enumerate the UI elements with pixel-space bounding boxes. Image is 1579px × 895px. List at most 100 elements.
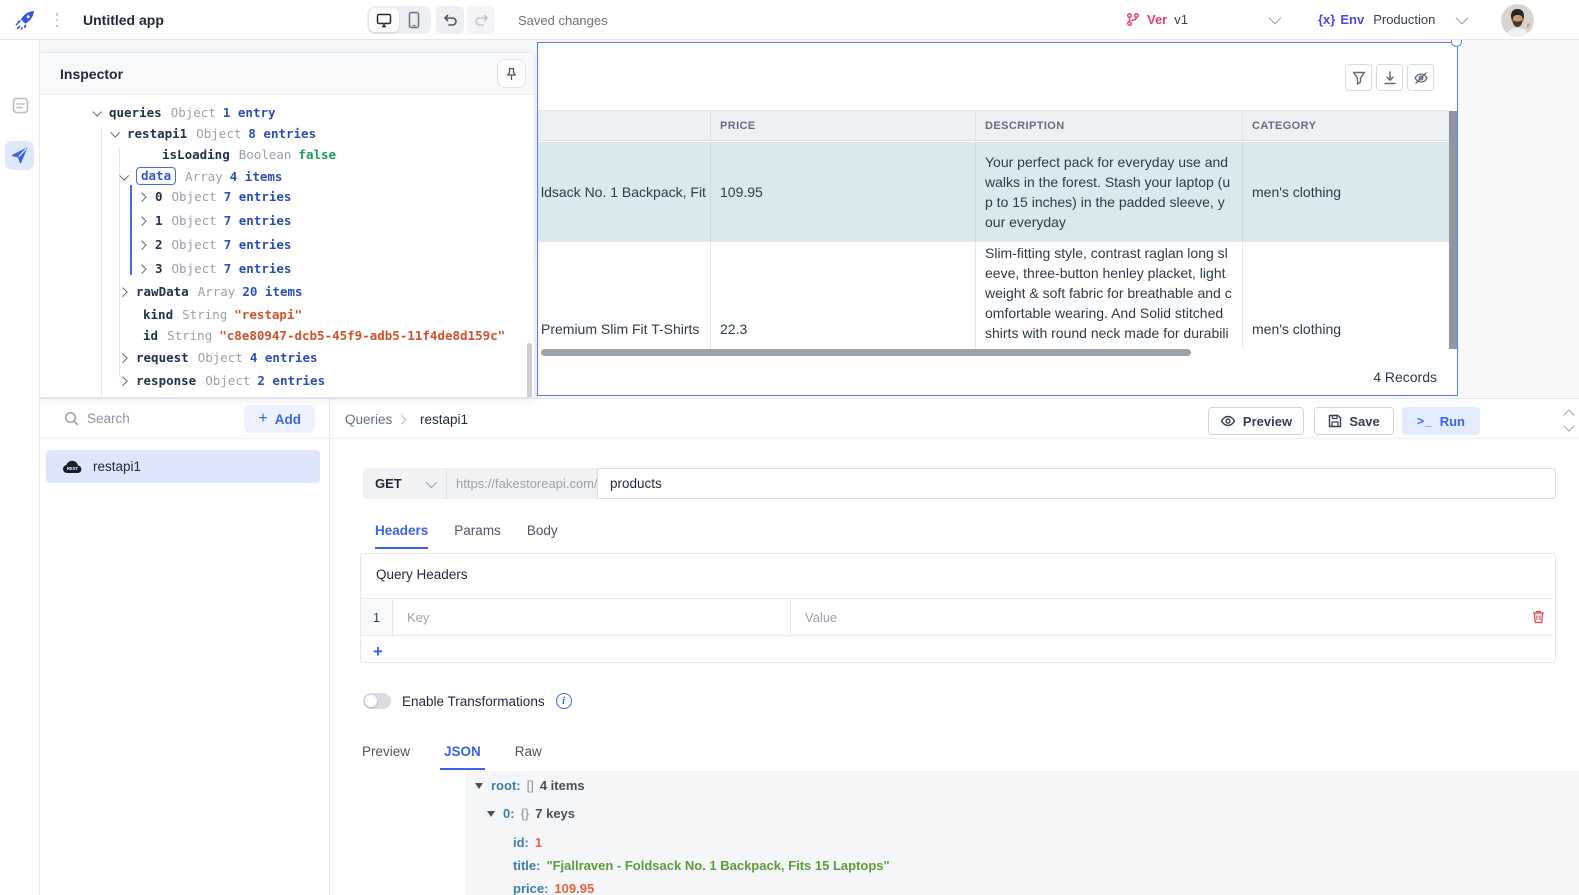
chevron-down-icon — [426, 476, 437, 487]
cell-category[interactable]: men's clothing — [1243, 242, 1450, 349]
tab-body[interactable]: Body — [527, 523, 558, 549]
filter-funnel-icon — [1352, 71, 1366, 85]
delete-row-button[interactable] — [1521, 599, 1555, 635]
environment-selector[interactable]: {x} Env Production — [1318, 12, 1435, 27]
query-name: restapi1 — [93, 459, 141, 474]
header-key-input[interactable] — [393, 599, 791, 635]
chevron-down-icon — [119, 170, 129, 180]
query-search-row: + Add — [40, 399, 330, 439]
header-value-input[interactable] — [791, 599, 1521, 635]
save-floppy-icon — [1328, 414, 1342, 428]
tab-params[interactable]: Params — [454, 523, 501, 549]
header-kv-row: 1 — [361, 598, 1555, 636]
chevron-right-icon — [118, 287, 128, 297]
left-rail — [0, 40, 40, 895]
triangle-down-icon — [487, 811, 495, 817]
tree-node-item-3[interactable]: 3 Object 7 entries — [139, 261, 291, 276]
hide-columns-button[interactable] — [1407, 64, 1434, 91]
undo-button[interactable] — [436, 6, 464, 34]
table-toolbar — [1345, 64, 1434, 91]
horizontal-scrollbar[interactable] — [541, 349, 1191, 356]
cell-title[interactable]: Premium Slim Fit T-Shirts — [538, 242, 711, 349]
desktop-toggle-button[interactable] — [369, 8, 399, 32]
version-label: Ver — [1147, 12, 1167, 27]
pin-icon — [505, 67, 518, 81]
env-chevron-down-icon[interactable] — [1456, 12, 1469, 25]
breadcrumb-row: Queries restapi1 Preview S — [330, 399, 1579, 439]
run-button[interactable]: >_ Run — [1402, 407, 1480, 435]
column-header-description[interactable]: DESCRIPTION — [976, 111, 1243, 140]
version-chevron-down-icon[interactable] — [1269, 12, 1282, 25]
user-avatar[interactable] — [1501, 4, 1534, 37]
download-button[interactable] — [1376, 64, 1403, 91]
cell-price[interactable]: 22.3 — [711, 242, 976, 349]
tab-headers[interactable]: Headers — [375, 523, 428, 549]
save-button[interactable]: Save — [1314, 407, 1394, 435]
inspector-scrollbar[interactable] — [527, 343, 532, 398]
table-row[interactable]: Premium Slim Fit T-Shirts 22.3 Slim-fitt… — [538, 241, 1450, 349]
tree-node-data[interactable]: data Array 4 items — [120, 167, 282, 185]
collapse-panel-icon[interactable] — [1565, 411, 1573, 430]
tab-response-json[interactable]: JSON — [440, 744, 485, 770]
column-header-title[interactable] — [538, 111, 711, 140]
chevron-right-icon — [118, 353, 128, 363]
tree-node-queries[interactable]: queries Object 1 entry — [93, 105, 276, 120]
cell-category[interactable]: men's clothing — [1243, 142, 1450, 241]
add-query-button[interactable]: + Add — [244, 405, 315, 433]
version-selector[interactable]: Ver v1 — [1126, 12, 1188, 27]
response-tabs: Preview JSON Raw — [358, 744, 546, 770]
tab-response-preview[interactable]: Preview — [358, 744, 414, 770]
cell-description[interactable]: Slim-fitting style, contrast raglan long… — [976, 242, 1243, 349]
tree-node-kind[interactable]: kind String "restapi" — [143, 307, 302, 322]
tree-node-response[interactable]: response Object 2 entries — [120, 373, 325, 388]
inspector-tree: queries Object 1 entry restapi1 Object 8… — [40, 95, 534, 398]
chevron-right-icon — [137, 216, 147, 226]
cell-description[interactable]: Your perfect pack for everyday use and w… — [976, 142, 1243, 241]
filter-button[interactable] — [1345, 64, 1372, 91]
env-label: Env — [1340, 12, 1364, 27]
breadcrumb-queries[interactable]: Queries — [345, 412, 392, 427]
preview-button[interactable]: Preview — [1208, 407, 1304, 435]
url-path-input[interactable] — [597, 468, 1556, 499]
query-list-item-restapi1[interactable]: REST restapi1 — [46, 450, 320, 483]
top-bar: Untitled app — [0, 0, 1579, 40]
tree-node-item-2[interactable]: 2 Object 7 entries — [139, 237, 291, 252]
pin-button[interactable] — [497, 59, 526, 88]
app-menu-kebab-icon[interactable] — [52, 13, 62, 27]
mobile-toggle-button[interactable] — [399, 8, 429, 32]
cell-price[interactable]: 109.95 — [711, 142, 976, 241]
chevron-down-icon — [110, 128, 120, 138]
tree-node-isloading[interactable]: isLoading Boolean false — [162, 147, 336, 162]
table-row[interactable]: ldsack No. 1 Backpack, Fit 109.95 Your p… — [538, 142, 1450, 241]
search-input[interactable] — [87, 411, 227, 426]
table-widget[interactable]: PRICE DESCRIPTION CATEGORY ldsack No. 1 … — [537, 42, 1458, 396]
inspector-panel: Inspector queries Object 1 entry restapi… — [40, 52, 535, 398]
tree-node-id[interactable]: id String "c8e80947-dcb5-45f9-adb5-11f4d… — [143, 328, 505, 343]
chevron-right-icon — [137, 192, 147, 202]
tree-node-rawdata[interactable]: rawData Array 20 items — [120, 284, 303, 299]
download-icon — [1383, 71, 1397, 85]
json-node-0[interactable]: 0: {} 7 keys — [487, 806, 575, 821]
json-node-root[interactable]: root: [] 4 items — [475, 778, 585, 793]
tree-node-item-1[interactable]: 1 Object 7 entries — [139, 213, 291, 228]
add-header-row-button[interactable]: + — [373, 642, 383, 662]
redo-button[interactable] — [467, 6, 495, 34]
info-icon[interactable]: i — [556, 693, 572, 709]
pages-file-icon[interactable] — [11, 96, 30, 115]
inspector-header: Inspector — [40, 53, 534, 95]
enable-transformations-toggle[interactable] — [363, 693, 391, 709]
column-header-price[interactable]: PRICE — [711, 111, 976, 140]
tree-node-request[interactable]: request Object 4 entries — [120, 350, 318, 365]
eye-icon — [1220, 415, 1236, 427]
plus-icon: + — [258, 410, 267, 428]
vertical-scrollbar[interactable] — [1449, 111, 1457, 349]
breadcrumb-current: restapi1 — [420, 412, 468, 427]
tree-node-item-0[interactable]: 0 Object 7 entries — [139, 189, 291, 204]
json-node-id: id: 1 — [513, 835, 542, 850]
tree-node-restapi1[interactable]: restapi1 Object 8 entries — [111, 126, 316, 141]
tab-response-raw[interactable]: Raw — [511, 744, 546, 770]
column-header-category[interactable]: CATEGORY — [1243, 111, 1450, 140]
method-select[interactable]: GET — [363, 468, 447, 499]
cell-title[interactable]: ldsack No. 1 Backpack, Fit — [538, 142, 711, 241]
edit-mode-cursor-icon[interactable] — [5, 141, 34, 170]
